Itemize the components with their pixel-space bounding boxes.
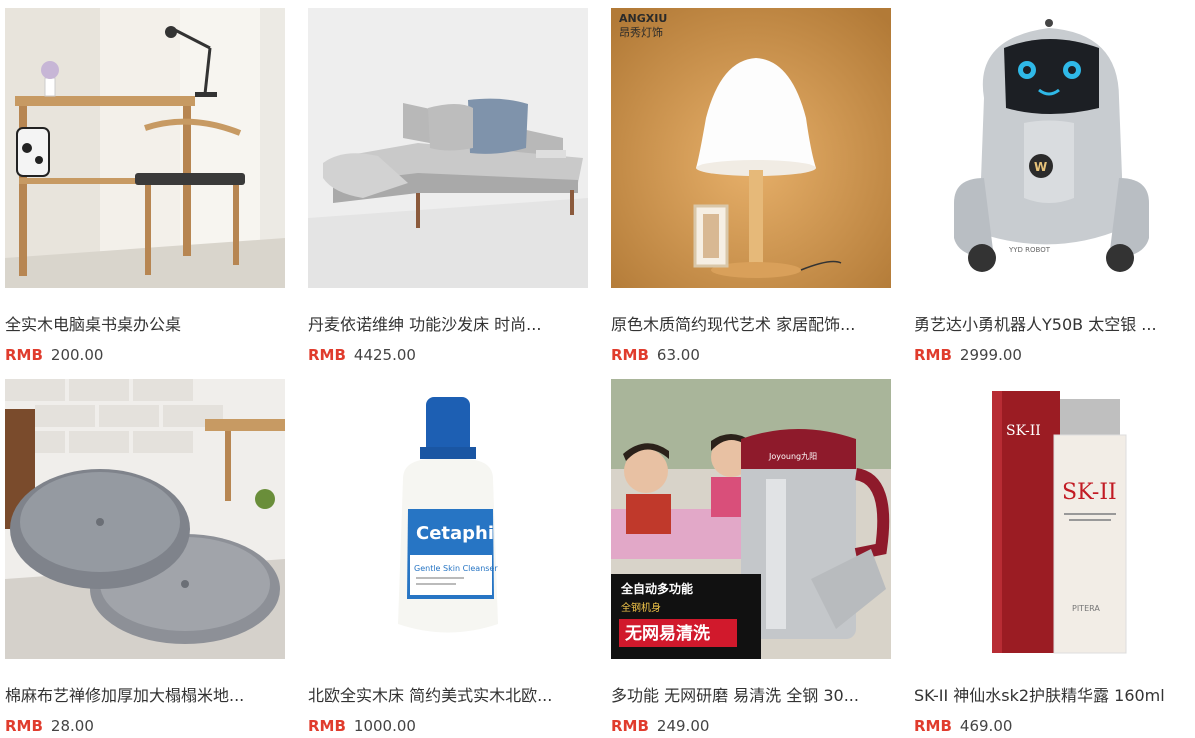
price-amount: 1000.00 xyxy=(353,717,416,735)
product-price: RMB 2999.00 xyxy=(914,344,1022,366)
desk-chair-image[interactable] xyxy=(5,8,285,288)
banner-line-1: 全自动多功能 xyxy=(620,581,693,596)
currency-label: RMB xyxy=(914,717,952,735)
product-title[interactable]: 棉麻布艺禅修加厚加大榻榻米地... xyxy=(5,685,287,707)
brand-logo-cn: 昂秀灯饰 xyxy=(619,25,663,39)
brand-logo: Cetaphil xyxy=(416,523,500,544)
price-amount: 469.00 xyxy=(959,717,1013,735)
product-title[interactable]: 原色木质简约现代艺术 家居配饰... xyxy=(611,314,893,336)
currency-label: RMB xyxy=(5,717,43,735)
brand-logo: ANGXIU xyxy=(619,12,667,25)
essence-bottle-image[interactable]: SK-II SK-II PITERA xyxy=(914,379,1194,659)
product-title[interactable]: 北欧全实木床 简约美式实木北欧... xyxy=(308,685,590,707)
currency-label: RMB xyxy=(308,717,346,735)
product-grid: 全实木电脑桌书桌办公桌 RMB 200.00 丹麦依诺维绅 功能沙发床 时尚... xyxy=(0,0,1195,738)
banner-line-3: 无网易清洗 xyxy=(624,623,710,644)
brand-logo: YYD ROBOT xyxy=(1008,246,1051,254)
sofa-bed-image[interactable] xyxy=(308,8,588,288)
product-title[interactable]: 丹麦依诺维绅 功能沙发床 时尚... xyxy=(308,314,590,336)
currency-label: RMB xyxy=(611,346,649,364)
soymilk-maker-image[interactable]: Joyoung九阳 全自动多功能 全钢机身 无网易清洗 xyxy=(611,379,891,659)
product-price: RMB 28.00 xyxy=(5,715,94,737)
product-price: RMB 200.00 xyxy=(5,344,103,366)
price-amount: 249.00 xyxy=(656,717,710,735)
product-price: RMB 1000.00 xyxy=(308,715,416,737)
product-title[interactable]: 多功能 无网研磨 易清洗 全钢 30... xyxy=(611,685,893,707)
price-amount: 200.00 xyxy=(50,346,104,364)
price-amount: 63.00 xyxy=(656,346,700,364)
brand-logo: Joyoung九阳 xyxy=(768,452,817,461)
currency-label: RMB xyxy=(914,346,952,364)
floor-cushion-image[interactable] xyxy=(5,379,285,659)
price-amount: 4425.00 xyxy=(353,346,416,364)
svg-text:W: W xyxy=(1034,160,1047,174)
banner-line-2: 全钢机身 xyxy=(621,601,661,614)
brand-logo-box: SK-II xyxy=(1006,423,1041,439)
product-title[interactable]: 全实木电脑桌书桌办公桌 xyxy=(5,314,287,336)
product-price: RMB 4425.00 xyxy=(308,344,416,366)
product-subtitle: Gentle Skin Cleanser xyxy=(414,564,498,573)
table-lamp-image[interactable]: ANGXIU 昂秀灯饰 xyxy=(611,8,891,288)
currency-label: RMB xyxy=(611,717,649,735)
product-title[interactable]: SK-II 神仙水sk2护肤精华露 160ml xyxy=(914,685,1195,707)
product-title[interactable]: 勇艺达小勇机器人Y50B 太空银 ... xyxy=(914,314,1195,336)
price-amount: 2999.00 xyxy=(959,346,1022,364)
price-amount: 28.00 xyxy=(50,717,94,735)
product-subtitle: PITERA xyxy=(1072,604,1100,613)
cleanser-bottle-image[interactable]: Cetaphil Gentle Skin Cleanser xyxy=(308,379,588,659)
product-price: RMB 249.00 xyxy=(611,715,709,737)
currency-label: RMB xyxy=(5,346,43,364)
brand-logo: SK-II xyxy=(1062,480,1117,505)
robot-image[interactable]: W YYD ROBOT xyxy=(914,8,1194,288)
product-price: RMB 469.00 xyxy=(914,715,1012,737)
currency-label: RMB xyxy=(308,346,346,364)
product-price: RMB 63.00 xyxy=(611,344,700,366)
